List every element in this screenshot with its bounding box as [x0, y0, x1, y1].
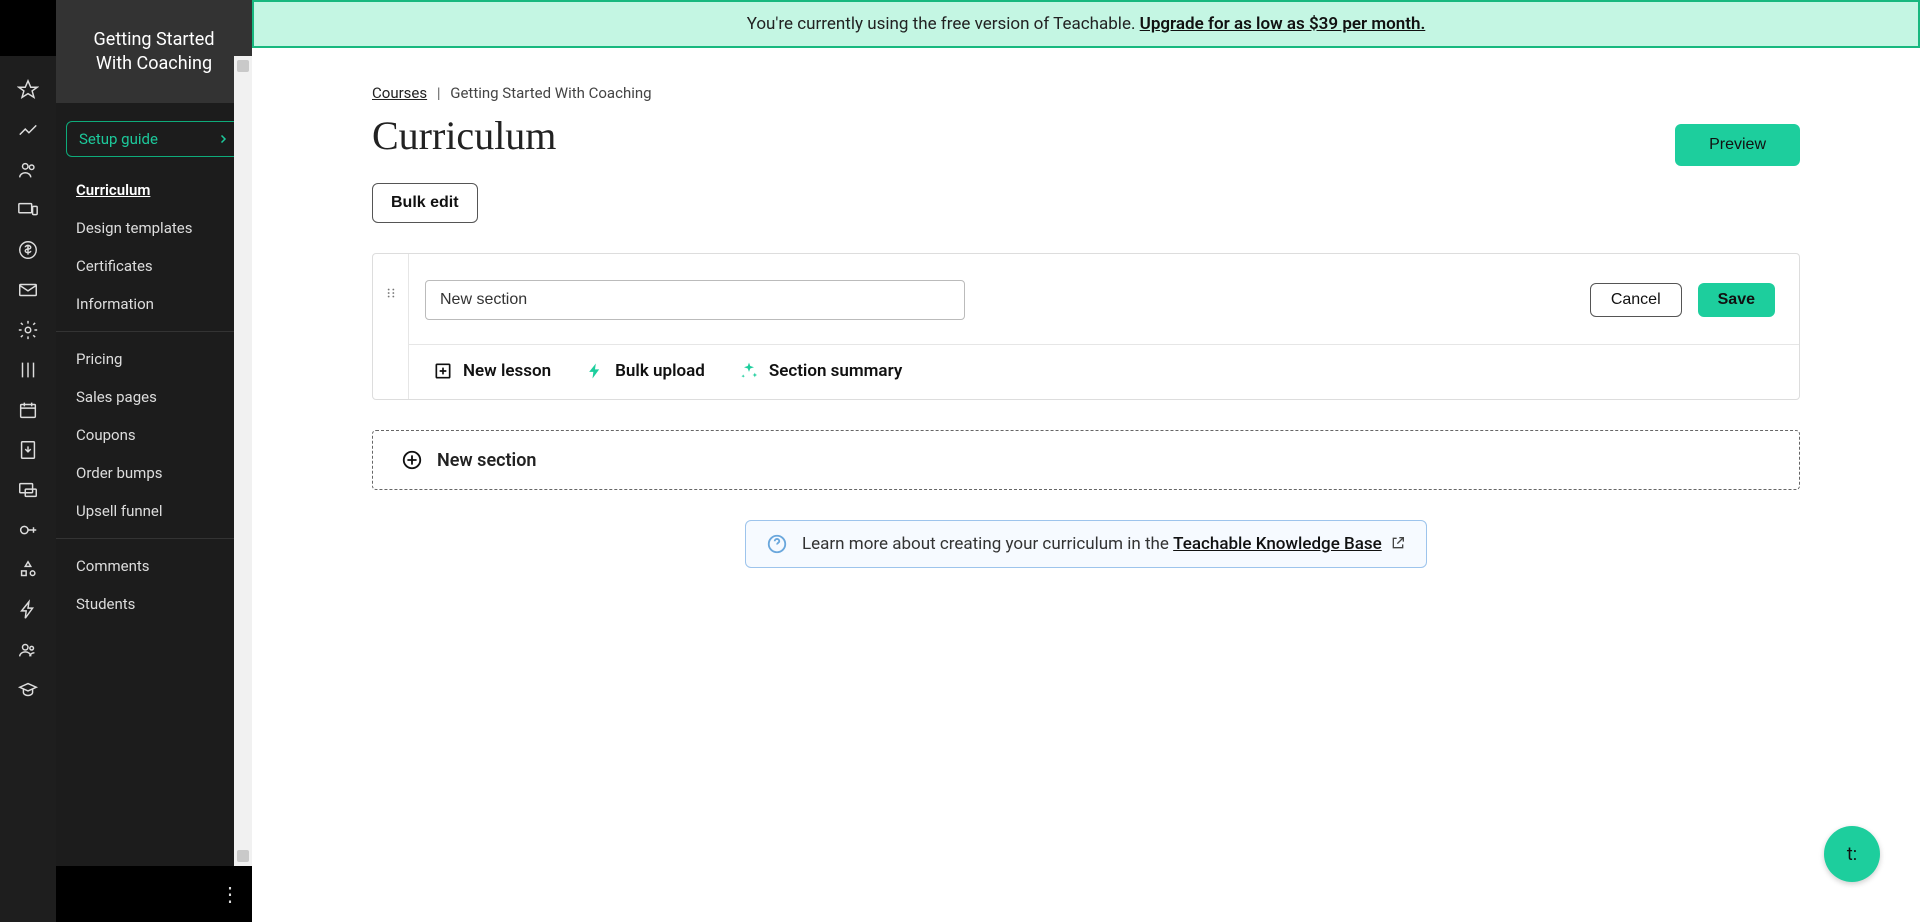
shapes-icon[interactable]	[0, 550, 56, 590]
mail-icon[interactable]	[0, 270, 56, 310]
devices-icon[interactable]	[0, 190, 56, 230]
sidebar-item-certificates[interactable]: Certificates	[56, 247, 252, 285]
pages-icon[interactable]	[0, 350, 56, 390]
sidebar-item-sales-pages[interactable]: Sales pages	[56, 378, 252, 416]
fab-label: t:	[1847, 844, 1857, 865]
icon-rail	[0, 0, 56, 922]
save-button[interactable]: Save	[1698, 283, 1775, 317]
plus-circle-icon	[401, 449, 423, 471]
new-lesson-button[interactable]: New lesson	[433, 361, 551, 381]
sidebar-item-students[interactable]: Students	[56, 585, 252, 623]
sidebar-nav-3: Comments Students	[56, 547, 252, 623]
breadcrumb-courses[interactable]: Courses	[372, 84, 427, 102]
dollar-icon[interactable]	[0, 230, 56, 270]
help-callout: Learn more about creating your curriculu…	[745, 520, 1427, 568]
main-area: You're currently using the free version …	[252, 0, 1920, 922]
section-summary-label: Section summary	[769, 361, 902, 381]
bolt-icon[interactable]	[0, 590, 56, 630]
help-icon	[766, 533, 788, 555]
key-icon[interactable]	[0, 510, 56, 550]
upgrade-banner: You're currently using the free version …	[252, 0, 1920, 48]
help-text: Learn more about creating your curriculu…	[802, 534, 1173, 554]
sidebar-nav-1: Curriculum Design templates Certificates…	[56, 171, 252, 323]
sidebar-item-order-bumps[interactable]: Order bumps	[56, 454, 252, 492]
divider	[56, 331, 252, 332]
help-link[interactable]: Teachable Knowledge Base	[1173, 534, 1382, 554]
sidebar-item-comments[interactable]: Comments	[56, 547, 252, 585]
users-icon[interactable]	[0, 150, 56, 190]
logo-area	[0, 0, 56, 56]
sidebar-item-design-templates[interactable]: Design templates	[56, 209, 252, 247]
more-icon[interactable]: ⋮	[220, 882, 240, 906]
new-lesson-label: New lesson	[463, 361, 551, 381]
section-summary-button[interactable]: Section summary	[739, 361, 902, 381]
setup-guide-button[interactable]: Setup guide	[66, 121, 242, 157]
bolt-icon	[585, 361, 605, 381]
drag-handle-icon[interactable]	[373, 254, 409, 399]
scrollbar[interactable]	[234, 56, 252, 866]
calendar-icon[interactable]	[0, 390, 56, 430]
bulk-upload-label: Bulk upload	[615, 361, 705, 381]
course-sidebar: Getting Started With Coaching Setup guid…	[56, 0, 252, 922]
sparkle-icon	[739, 361, 759, 381]
new-section-button[interactable]: New section	[372, 430, 1800, 490]
setup-guide-label: Setup guide	[79, 130, 158, 148]
divider	[56, 538, 252, 539]
download-icon[interactable]	[0, 430, 56, 470]
breadcrumb-sep: |	[437, 84, 441, 102]
content: Courses | Getting Started With Coaching …	[252, 48, 1920, 922]
breadcrumb-current: Getting Started With Coaching	[450, 84, 651, 102]
section-name-input[interactable]	[425, 280, 965, 320]
plus-square-icon	[433, 361, 453, 381]
sidebar-item-pricing[interactable]: Pricing	[56, 340, 252, 378]
banner-text: You're currently using the free version …	[747, 14, 1140, 34]
academic-icon[interactable]	[0, 670, 56, 710]
page-title: Curriculum	[372, 112, 556, 159]
star-icon[interactable]	[0, 70, 56, 110]
cancel-button[interactable]: Cancel	[1590, 283, 1682, 317]
help-fab[interactable]: t:	[1824, 826, 1880, 882]
group-icon[interactable]	[0, 630, 56, 670]
scroll-up-icon[interactable]	[237, 60, 249, 72]
sidebar-footer: ⋮	[56, 866, 252, 922]
sidebar-title: Getting Started With Coaching	[56, 0, 252, 103]
bulk-upload-button[interactable]: Bulk upload	[585, 361, 705, 381]
analytics-icon[interactable]	[0, 110, 56, 150]
sidebar-item-coupons[interactable]: Coupons	[56, 416, 252, 454]
sidebar-item-information[interactable]: Information	[56, 285, 252, 323]
sidebar-item-curriculum[interactable]: Curriculum	[56, 171, 252, 209]
preview-button[interactable]: Preview	[1675, 124, 1800, 166]
sidebar-item-upsell-funnel[interactable]: Upsell funnel	[56, 492, 252, 530]
external-link-icon	[1390, 535, 1406, 551]
section-card: Cancel Save New lesson Bulk upload Secti…	[372, 253, 1800, 400]
sidebar-nav-2: Pricing Sales pages Coupons Order bumps …	[56, 340, 252, 530]
bulk-edit-button[interactable]: Bulk edit	[372, 183, 478, 223]
breadcrumb: Courses | Getting Started With Coaching	[372, 84, 1800, 102]
scroll-down-icon[interactable]	[237, 850, 249, 862]
new-section-label: New section	[437, 450, 536, 471]
gear-icon[interactable]	[0, 310, 56, 350]
upgrade-link[interactable]: Upgrade for as low as $39 per month.	[1140, 14, 1426, 34]
chat-icon[interactable]	[0, 470, 56, 510]
